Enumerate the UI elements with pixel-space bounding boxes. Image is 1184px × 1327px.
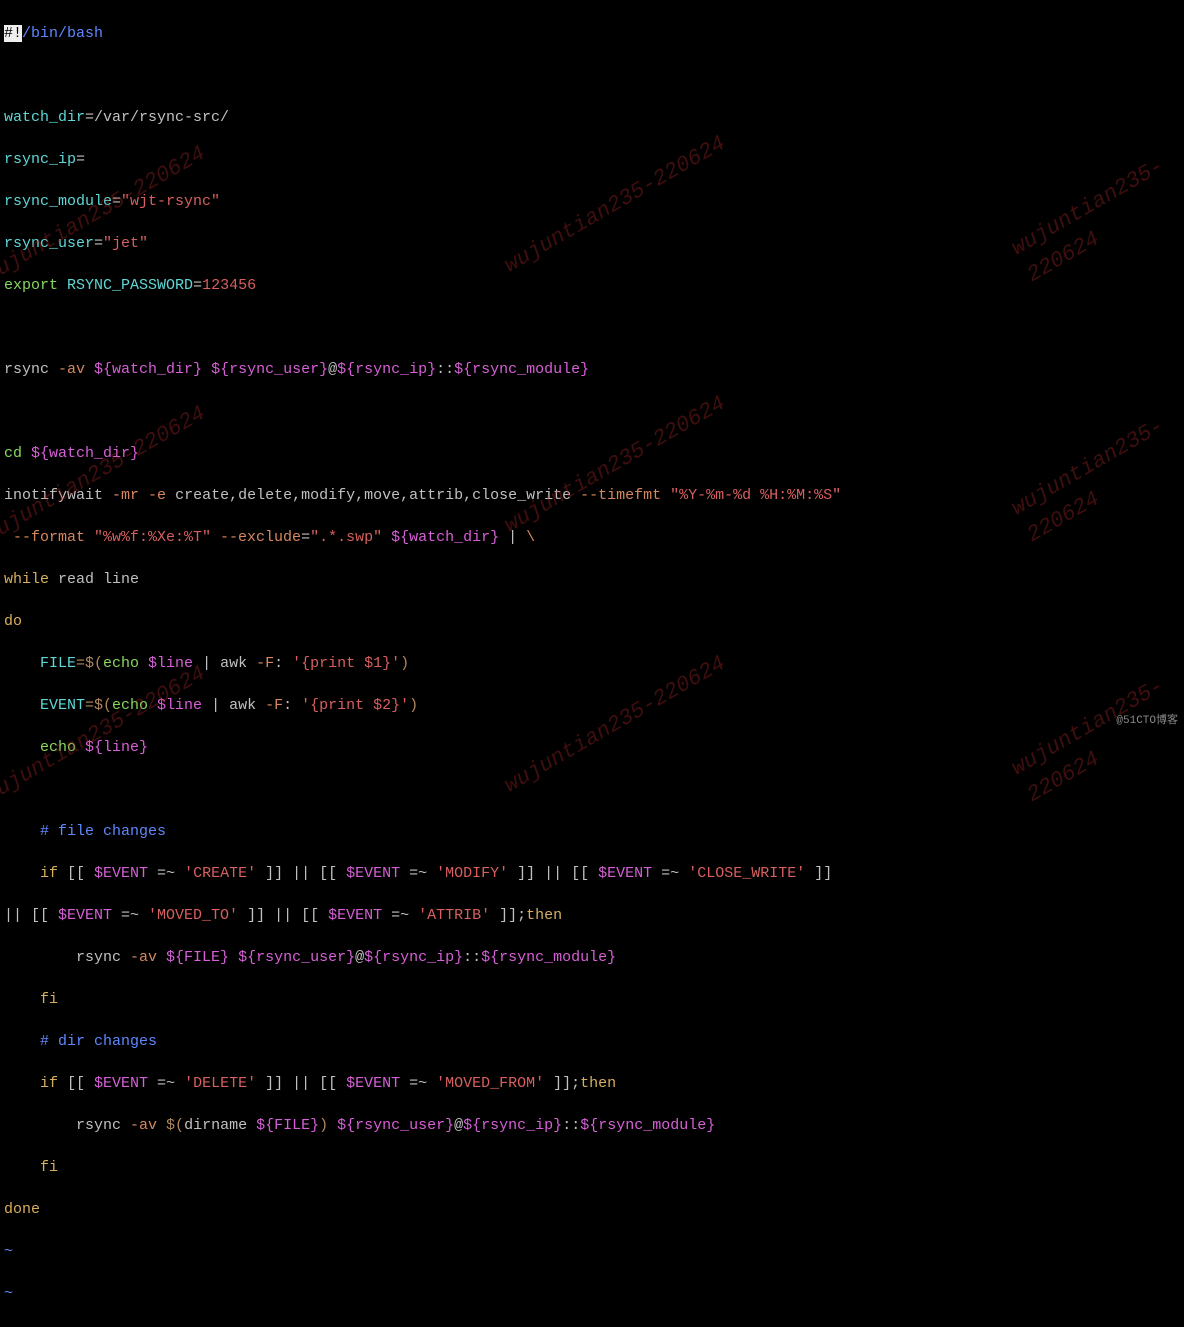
code-line: # dir changes [4, 1031, 1180, 1052]
code-line: rsync_user="jet" [4, 233, 1180, 254]
code-line: while read line [4, 569, 1180, 590]
code-line [4, 401, 1180, 422]
code-line: ~ [4, 1283, 1180, 1304]
code-line: export RSYNC_PASSWORD=123456 [4, 275, 1180, 296]
code-line: echo ${line} [4, 737, 1180, 758]
attribution-text: @51CTO博客 [1116, 714, 1178, 729]
code-line [4, 779, 1180, 800]
code-line [4, 317, 1180, 338]
code-line: cd ${watch_dir} [4, 443, 1180, 464]
code-line: rsync_ip= [4, 149, 1180, 170]
terminal-content: #!/bin/bash watch_dir=/var/rsync-src/ rs… [0, 0, 1184, 1327]
code-line: FILE=$(echo $line | awk -F: '{print $1}'… [4, 653, 1180, 674]
code-line: watch_dir=/var/rsync-src/ [4, 107, 1180, 128]
code-line: rsync -av $(dirname ${FILE}) ${rsync_use… [4, 1115, 1180, 1136]
code-line: fi [4, 1157, 1180, 1178]
code-line: fi [4, 989, 1180, 1010]
code-line: if [[ $EVENT =~ 'CREATE' ]] || [[ $EVENT… [4, 863, 1180, 884]
code-line [4, 65, 1180, 86]
code-line: if [[ $EVENT =~ 'DELETE' ]] || [[ $EVENT… [4, 1073, 1180, 1094]
code-line: rsync -av ${watch_dir} ${rsync_user}@${r… [4, 359, 1180, 380]
code-line: ~ [4, 1241, 1180, 1262]
code-line: inotifywait -mr -e create,delete,modify,… [4, 485, 1180, 506]
code-line: rsync -av ${FILE} ${rsync_user}@${rsync_… [4, 947, 1180, 968]
code-line: # file changes [4, 821, 1180, 842]
code-line: #!/bin/bash [4, 23, 1180, 44]
code-line: rsync_module="wjt-rsync" [4, 191, 1180, 212]
code-line: || [[ $EVENT =~ 'MOVED_TO' ]] || [[ $EVE… [4, 905, 1180, 926]
code-line: do [4, 611, 1180, 632]
code-line: --format "%w%f:%Xe:%T" --exclude=".*.swp… [4, 527, 1180, 548]
code-line: done [4, 1199, 1180, 1220]
code-line: EVENT=$(echo $line | awk -F: '{print $2}… [4, 695, 1180, 716]
